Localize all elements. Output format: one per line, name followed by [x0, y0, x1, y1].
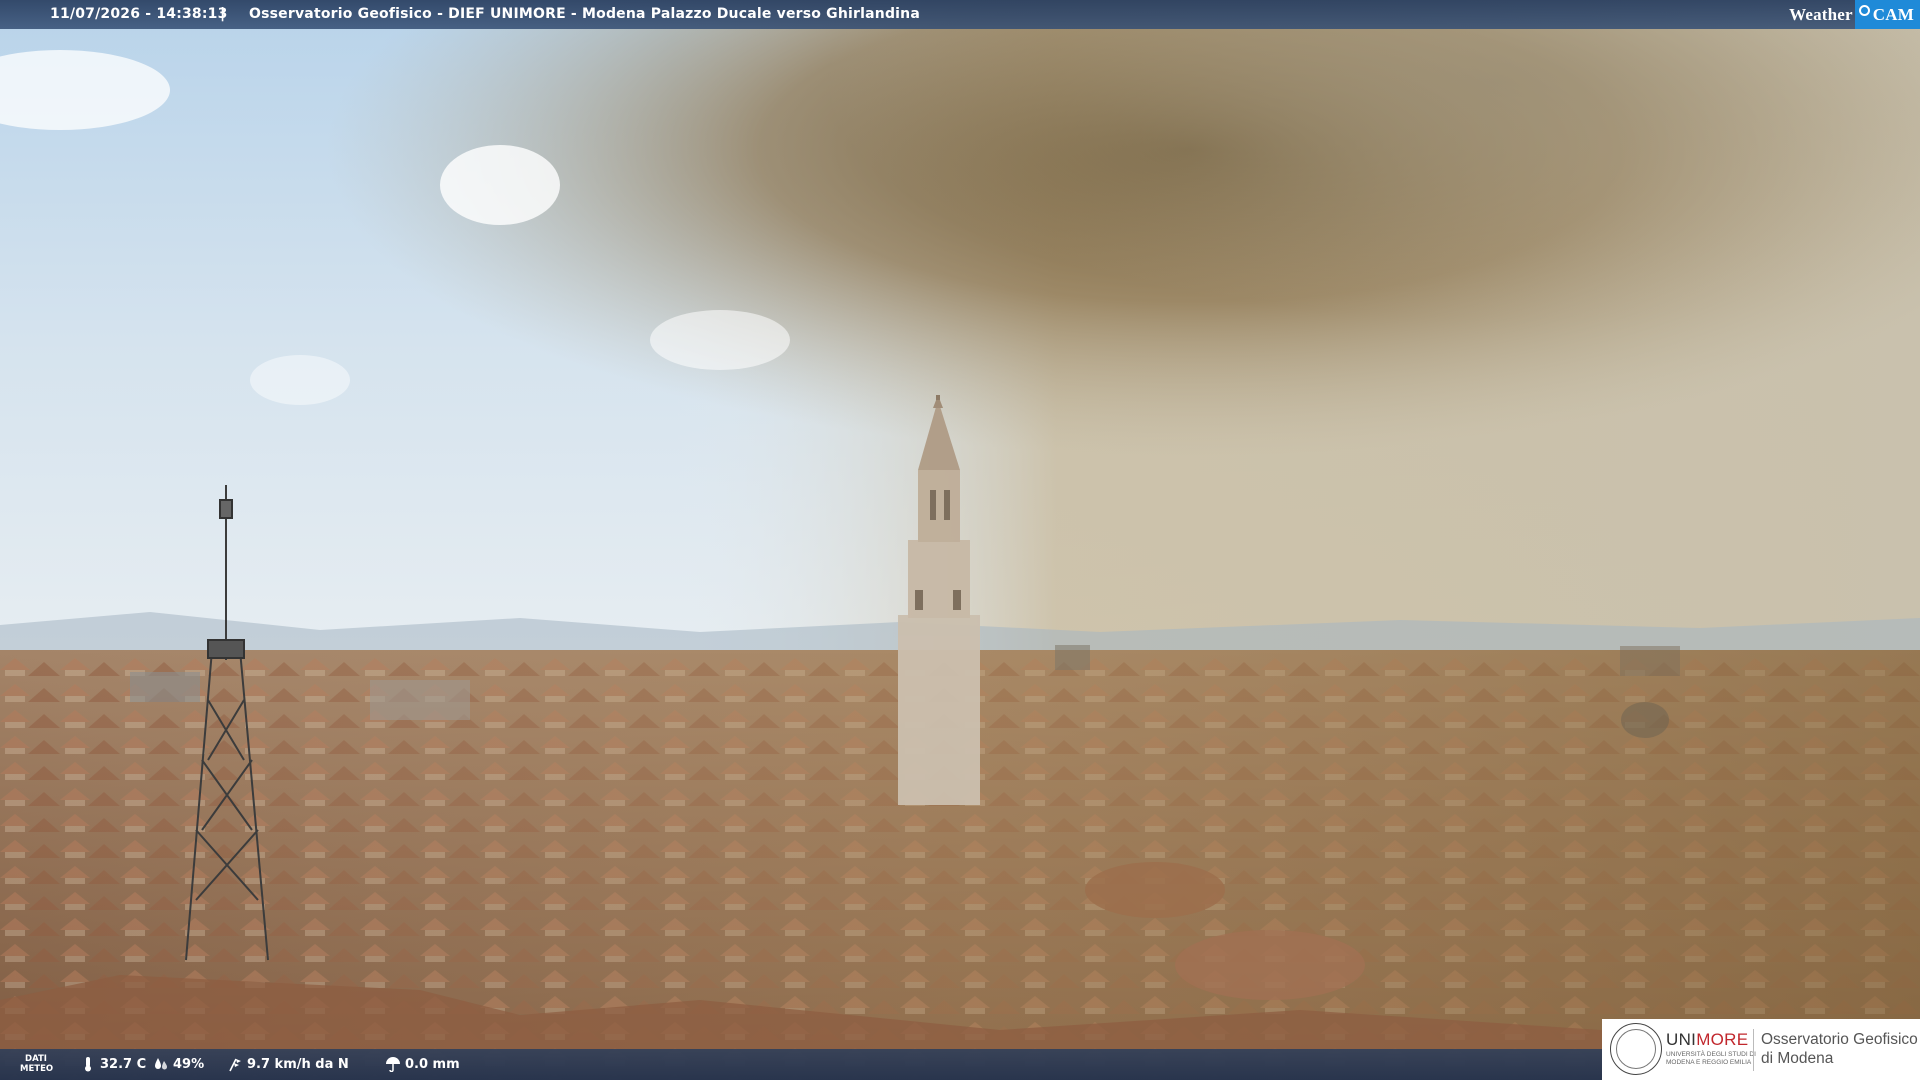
- humidity-icon: [155, 1058, 167, 1070]
- university-seal-icon: [1610, 1023, 1662, 1075]
- humidity-value: 49%: [173, 1056, 205, 1072]
- rain-value: 0.0 mm: [405, 1056, 460, 1072]
- logo-divider: [1753, 1029, 1754, 1071]
- wind-reading: 9.7 km/h da N: [227, 1056, 349, 1072]
- observatory-name: Osservatorio Geofisico di Modena: [1761, 1031, 1918, 1067]
- webcam-image: [0, 0, 1920, 1080]
- brand-weather: Weather: [1789, 4, 1853, 24]
- wind-value: 9.7 km/h da N: [247, 1056, 349, 1072]
- temperature-reading: 32.7 C: [80, 1056, 146, 1072]
- brand-cam-badge: CAM: [1854, 0, 1920, 29]
- separator: |: [220, 6, 226, 22]
- wind-icon: [229, 1058, 241, 1072]
- university-name: UNIMORE: [1666, 1030, 1749, 1049]
- humidity-reading: 49%: [153, 1056, 204, 1072]
- camera-caption: Osservatorio Geofisico - DIEF UNIMORE - …: [249, 6, 920, 22]
- timestamp: 11/07/2026 - 14:38:13: [50, 6, 228, 22]
- brand-cam: CAM: [1872, 4, 1914, 24]
- rain-reading: 0.0 mm: [385, 1056, 460, 1072]
- weather-data-label: DATI METEO: [20, 1054, 54, 1074]
- weather-data-bar: DATI METEO 32.7 C 49% 9.7 km/h da N 0.0 …: [0, 1049, 1602, 1080]
- university-subtitle: UNIVERSITÀ DEGLI STUDI DI MODENA E REGGI…: [1666, 1051, 1756, 1066]
- weathercam-logo: Weather CAM: [1789, 0, 1920, 29]
- thermometer-icon: [85, 1057, 91, 1072]
- camera-lens-icon: [1858, 5, 1870, 16]
- rain-gauge-icon: [386, 1057, 400, 1072]
- info-bar: 11/07/2026 - 14:38:13 | Osservatorio Geo…: [0, 0, 1920, 29]
- unimore-logo: UNIMORE UNIVERSITÀ DEGLI STUDI DI MODENA…: [1602, 1019, 1920, 1080]
- temperature-value: 32.7 C: [100, 1056, 147, 1072]
